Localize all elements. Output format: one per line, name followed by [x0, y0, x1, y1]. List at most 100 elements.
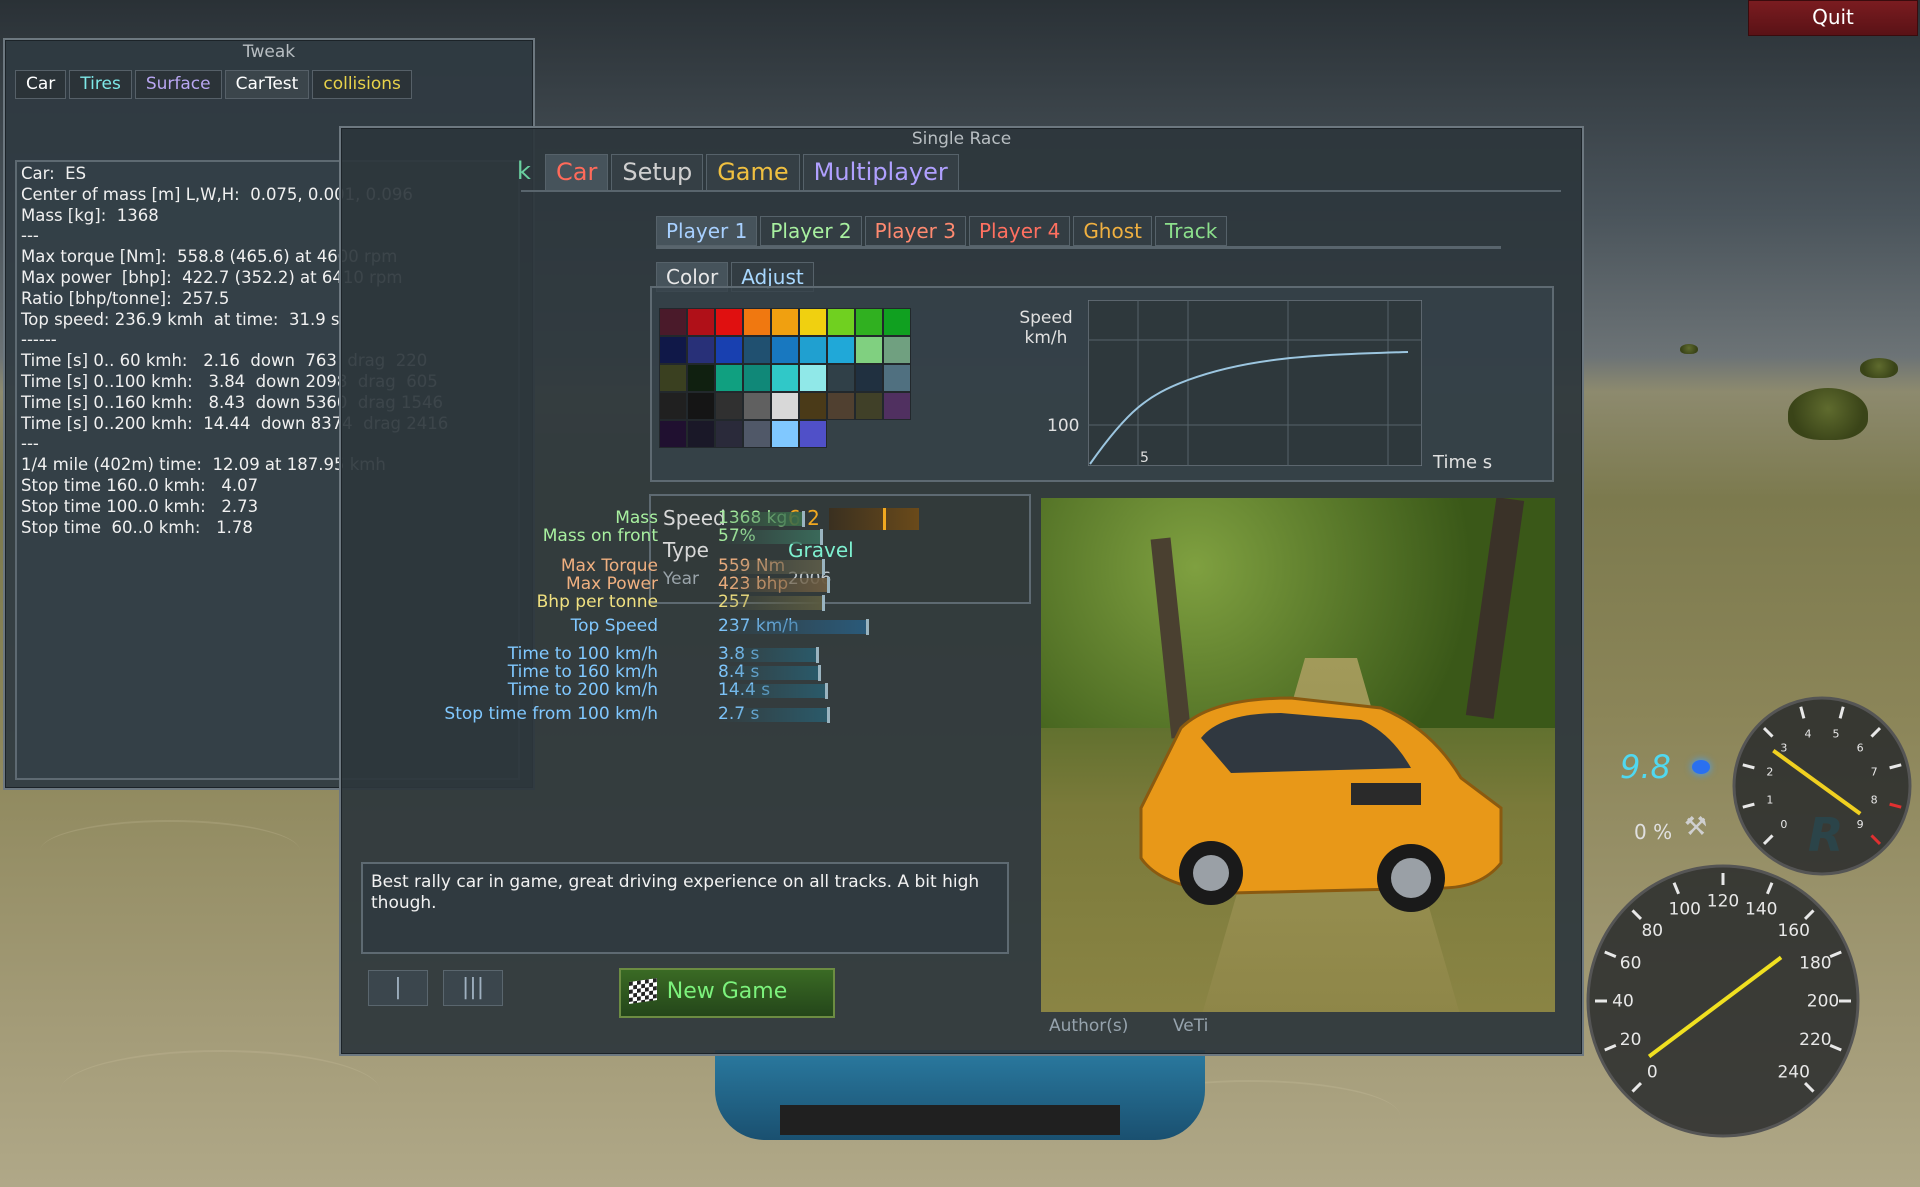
single-race-panel: Single Race k Car Setup Game Multiplayer Pl… [339, 126, 1584, 1056]
main-tabs: Car Setup Game Multiplayer [545, 154, 959, 191]
gauge-tick-label: 240 [1777, 1062, 1809, 1082]
color-swatch[interactable] [659, 308, 687, 336]
color-swatch[interactable] [743, 420, 771, 448]
tweak-tab-surface[interactable]: Surface [134, 70, 222, 99]
view-button[interactable]: ||| [443, 970, 503, 1006]
gauge-tick-label: 100 [1669, 899, 1701, 919]
color-swatch[interactable] [883, 308, 911, 336]
color-swatch[interactable] [855, 392, 883, 420]
spec-bar-marker [866, 619, 869, 635]
color-swatch[interactable] [771, 308, 799, 336]
tweak-tab-tires[interactable]: Tires [69, 70, 132, 99]
gauge-tick-label: 5 [1832, 728, 1839, 741]
hud-damage: 0 % [1634, 820, 1673, 844]
prev-button[interactable]: | [368, 970, 428, 1006]
color-swatch[interactable] [827, 364, 855, 392]
sand-ripple [40, 820, 300, 882]
graph-ytick: 100 [1047, 416, 1080, 436]
gauge-tick-label: 7 [1871, 766, 1878, 779]
tab-track[interactable]: Track [1154, 216, 1228, 246]
tab-partial[interactable]: k [517, 154, 531, 189]
color-swatch[interactable] [799, 364, 827, 392]
color-swatch[interactable] [827, 392, 855, 420]
color-swatch[interactable] [855, 336, 883, 364]
color-swatch[interactable] [687, 392, 715, 420]
color-swatch[interactable] [659, 336, 687, 364]
color-swatch[interactable] [827, 308, 855, 336]
author-value: VeTi [1173, 1016, 1209, 1036]
tab-divider [521, 190, 1561, 192]
tab-multiplayer[interactable]: Multiplayer [802, 154, 959, 191]
color-swatch[interactable] [715, 364, 743, 392]
gauge-tick-label: 2 [1766, 766, 1773, 779]
tab-car[interactable]: Car [545, 154, 609, 191]
color-swatch[interactable] [743, 336, 771, 364]
color-swatch[interactable] [743, 392, 771, 420]
tab-player-4[interactable]: Player 4 [968, 216, 1071, 246]
spec-bar-marker [822, 559, 825, 575]
sand-ripple [60, 1050, 380, 1132]
color-swatch[interactable] [687, 420, 715, 448]
color-swatch[interactable] [743, 308, 771, 336]
color-swatch[interactable] [799, 336, 827, 364]
color-swatch[interactable] [827, 336, 855, 364]
color-swatch[interactable] [855, 308, 883, 336]
color-swatch[interactable] [715, 308, 743, 336]
tab-game[interactable]: Game [706, 154, 800, 191]
color-swatch[interactable] [687, 308, 715, 336]
color-swatch[interactable] [659, 364, 687, 392]
tools-icon: ⚒ [1684, 812, 1708, 842]
tweak-tab-car[interactable]: Car [15, 70, 67, 99]
tab-player-2[interactable]: Player 2 [760, 216, 862, 246]
player-tabs-underline [656, 246, 1501, 249]
graph-ylabel: Speed km/h [1019, 308, 1073, 348]
tab-setup[interactable]: Setup [611, 154, 704, 191]
gauge-tick-label: 3 [1780, 741, 1787, 754]
year-label: Year [663, 569, 699, 589]
spec-label: Time to 100 km/h [507, 644, 658, 664]
quit-button[interactable]: Quit [1748, 0, 1918, 36]
tab-player-1[interactable]: Player 1 [656, 216, 758, 246]
bush [1788, 388, 1868, 440]
spec-bar [718, 530, 822, 544]
spec-bar [718, 684, 827, 698]
color-swatch[interactable] [715, 336, 743, 364]
graph-xtick: 5 [1140, 450, 1149, 466]
color-swatch[interactable] [883, 364, 911, 392]
color-swatch[interactable] [771, 336, 799, 364]
spec-bar [718, 648, 818, 662]
color-swatch[interactable] [799, 308, 827, 336]
color-swatch[interactable] [771, 420, 799, 448]
color-swatch[interactable] [743, 364, 771, 392]
spec-label: Mass [615, 508, 658, 528]
color-swatch[interactable] [855, 364, 883, 392]
color-swatch[interactable] [659, 420, 687, 448]
speed-rating-marker [883, 508, 886, 530]
spec-label: Max Torque [560, 556, 658, 576]
color-swatch[interactable] [883, 392, 911, 420]
checkered-flag-icon [629, 978, 657, 1004]
tab-player-3[interactable]: Player 3 [864, 216, 966, 246]
color-swatch[interactable] [883, 336, 911, 364]
tweak-tab-cartest[interactable]: CarTest [224, 70, 310, 99]
spec-bar-marker [802, 511, 805, 527]
color-swatch[interactable] [771, 392, 799, 420]
speed-graph: 5 [1088, 300, 1422, 466]
color-swatch[interactable] [771, 364, 799, 392]
spec-label: Max Power [566, 574, 658, 594]
spec-bar [718, 578, 829, 592]
color-swatches [659, 308, 911, 448]
color-swatch[interactable] [687, 364, 715, 392]
color-swatch[interactable] [687, 336, 715, 364]
spec-bar [718, 620, 868, 634]
color-swatch[interactable] [715, 392, 743, 420]
gauge-tick-label: 160 [1777, 921, 1809, 941]
new-game-button[interactable]: New Game [619, 968, 835, 1018]
color-swatch[interactable] [799, 420, 827, 448]
graph-xlabel: Time s [1433, 452, 1493, 473]
color-swatch[interactable] [799, 392, 827, 420]
color-swatch[interactable] [715, 420, 743, 448]
tab-ghost[interactable]: Ghost [1073, 216, 1152, 246]
color-swatch[interactable] [659, 392, 687, 420]
tweak-tab-collisions[interactable]: collisions [312, 70, 412, 99]
